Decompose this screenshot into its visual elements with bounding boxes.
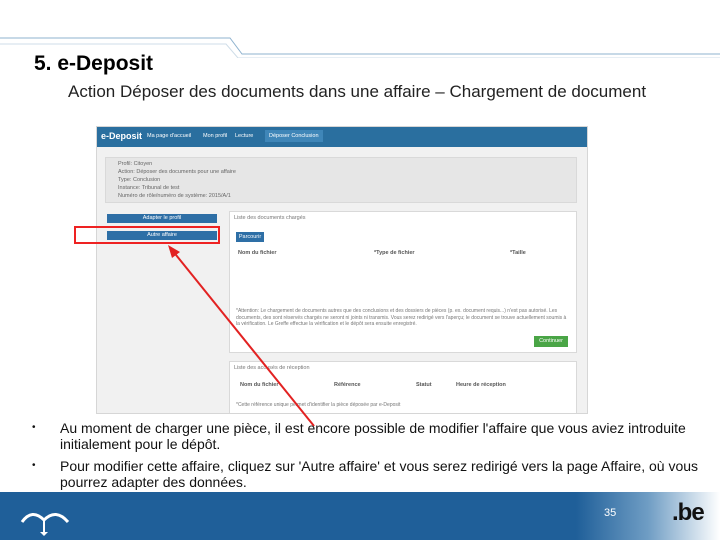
bullet-list: • Au moment de charger une pièce, il est… xyxy=(32,420,702,496)
bullet-dot-icon: • xyxy=(32,422,36,433)
bullet-item: • Au moment de charger une pièce, il est… xyxy=(32,420,702,452)
bullet-dot-icon: • xyxy=(32,460,36,471)
page-number: 35 xyxy=(604,507,617,519)
bullet-text: Au moment de charger une pièce, il est e… xyxy=(60,420,686,452)
bullet-text: Pour modifier cette affaire, cliquez sur… xyxy=(60,458,699,490)
belgium-logo-icon xyxy=(20,513,70,536)
be-logo: .be xyxy=(672,499,705,526)
bullet-item: • Pour modifier cette affaire, cliquez s… xyxy=(32,458,702,490)
